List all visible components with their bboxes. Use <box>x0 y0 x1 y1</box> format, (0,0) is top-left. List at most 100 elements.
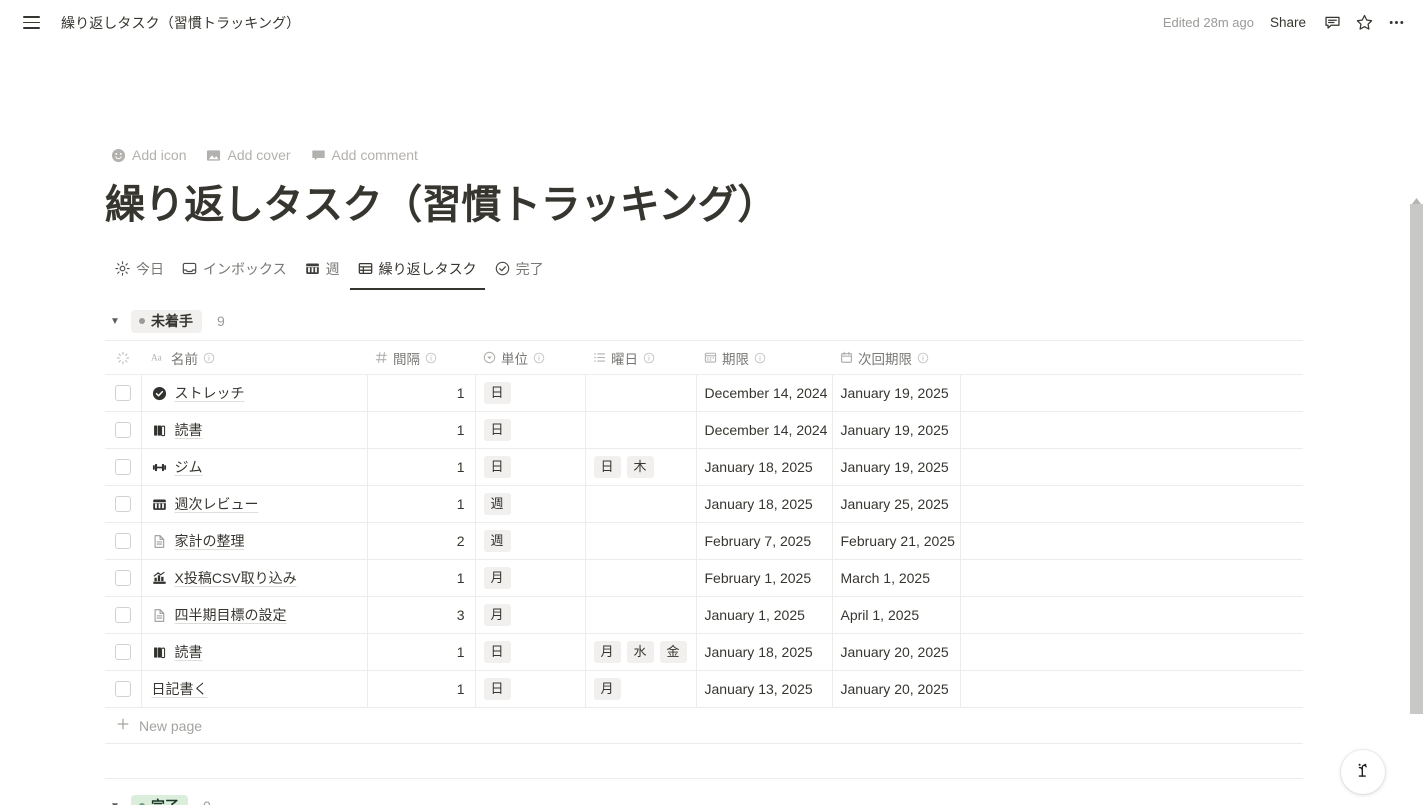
cell-unit[interactable]: 週 <box>475 485 586 523</box>
row-title[interactable]: 読書 <box>175 642 203 662</box>
cell-weekdays[interactable] <box>585 411 697 449</box>
cell-due[interactable]: January 18, 2025 <box>696 633 833 671</box>
cell-due[interactable]: January 18, 2025 <box>696 485 833 523</box>
cell-next-due[interactable]: January 20, 2025 <box>832 670 961 708</box>
cell-unit[interactable]: 月 <box>475 596 586 634</box>
scrollbar-thumb[interactable] <box>1410 204 1423 714</box>
column-header-weekday[interactable]: 曜日 <box>585 340 696 375</box>
cell-weekdays[interactable] <box>585 522 697 560</box>
cell-next-due[interactable]: March 1, 2025 <box>832 559 961 597</box>
new-page-button[interactable]: New page <box>105 708 1303 744</box>
cell-interval[interactable]: 1 <box>367 633 476 671</box>
cell-next-due[interactable]: January 25, 2025 <box>832 485 961 523</box>
row-title[interactable]: 四半期目標の設定 <box>175 605 287 625</box>
row-checkbox-cell[interactable] <box>105 670 142 708</box>
table-row[interactable]: 読書 1 日月水金 January 18, 2025 January 20, 2025 <box>105 633 1303 671</box>
star-icon[interactable] <box>1350 9 1378 37</box>
cell-interval[interactable]: 1 <box>367 485 476 523</box>
cell-unit[interactable]: 週 <box>475 522 586 560</box>
cell-name[interactable]: 読書 <box>141 411 368 449</box>
cell-name[interactable]: ストレッチ <box>141 374 368 412</box>
row-title[interactable]: 家計の整理 <box>175 531 245 551</box>
table-row[interactable]: X投稿CSV取り込み 1 月 February 1, 2025 March 1, 202… <box>105 559 1303 597</box>
notion-ai-button[interactable] <box>1341 750 1385 794</box>
status-badge[interactable]: 完了 <box>131 794 188 805</box>
tab-week[interactable]: 週 <box>297 255 348 290</box>
table-row[interactable]: 週次レビュー 1 週 January 18, 2025 January 25, 2025 <box>105 485 1303 523</box>
cell-next-due[interactable]: April 1, 2025 <box>832 596 961 634</box>
row-title[interactable]: 週次レビュー <box>175 494 259 514</box>
column-header-due[interactable]: 期限 <box>696 340 832 375</box>
collapse-caret-icon[interactable]: ▼ <box>108 314 122 328</box>
info-icon[interactable] <box>533 352 545 364</box>
row-checkbox[interactable] <box>114 385 131 401</box>
cell-interval[interactable]: 1 <box>367 559 476 597</box>
add-comment-button[interactable]: Add comment <box>305 144 424 166</box>
info-icon[interactable] <box>203 352 215 364</box>
info-icon[interactable] <box>917 352 929 364</box>
cell-next-due[interactable]: January 19, 2025 <box>832 448 961 486</box>
row-checkbox-cell[interactable] <box>105 411 142 449</box>
row-checkbox-cell[interactable] <box>105 633 142 671</box>
column-header-interval[interactable]: 間隔 <box>367 340 475 375</box>
cell-weekdays[interactable]: 月水金 <box>585 633 697 671</box>
cell-weekdays[interactable] <box>585 485 697 523</box>
cell-next-due[interactable]: January 20, 2025 <box>832 633 961 671</box>
cell-name[interactable]: 四半期目標の設定 <box>141 596 368 634</box>
tab-recurring-tasks[interactable]: 繰り返しタスク <box>349 255 485 290</box>
info-icon[interactable] <box>754 352 766 364</box>
row-checkbox-cell[interactable] <box>105 448 142 486</box>
column-header-unit[interactable]: 単位 <box>475 340 585 375</box>
cell-interval[interactable]: 1 <box>367 448 476 486</box>
table-row[interactable]: ジム 1 日日木 January 18, 2025 January 19, 2025 <box>105 448 1303 486</box>
row-checkbox-cell[interactable] <box>105 559 142 597</box>
cell-weekdays[interactable] <box>585 374 697 412</box>
cell-interval[interactable]: 1 <box>367 411 476 449</box>
row-checkbox[interactable] <box>114 570 131 586</box>
cell-due[interactable]: December 14, 2024 <box>696 374 833 412</box>
hamburger-icon[interactable] <box>18 10 44 36</box>
row-checkbox-cell[interactable] <box>105 596 142 634</box>
cell-weekdays[interactable]: 月 <box>585 670 697 708</box>
row-checkbox[interactable] <box>114 496 131 512</box>
row-checkbox-cell[interactable] <box>105 522 142 560</box>
cell-due[interactable]: December 14, 2024 <box>696 411 833 449</box>
breadcrumb[interactable]: 繰り返しタスク（習慣トラッキング） <box>55 11 306 35</box>
cell-interval[interactable]: 1 <box>367 670 476 708</box>
tab-done[interactable]: 完了 <box>487 255 552 290</box>
cell-name[interactable]: 読書 <box>141 633 368 671</box>
row-title[interactable]: X投稿CSV取り込み <box>175 568 297 588</box>
group-header-todo[interactable]: ▼ 未着手 9 <box>105 302 1303 340</box>
row-checkbox[interactable] <box>114 422 131 438</box>
table-row[interactable]: 家計の整理 2 週 February 7, 2025 February 21, 2025 <box>105 522 1303 560</box>
row-checkbox-cell[interactable] <box>105 485 142 523</box>
cell-next-due[interactable]: January 19, 2025 <box>832 374 961 412</box>
row-title[interactable]: 日記書く <box>152 679 208 699</box>
cell-interval[interactable]: 3 <box>367 596 476 634</box>
cell-unit[interactable]: 日 <box>475 633 586 671</box>
tab-inbox[interactable]: インボックス <box>174 255 295 290</box>
vertical-scrollbar[interactable] <box>1409 188 1424 805</box>
table-row[interactable]: 読書 1 日 December 14, 2024 January 19, 2025 <box>105 411 1303 449</box>
info-icon[interactable] <box>425 352 437 364</box>
cell-name[interactable]: 家計の整理 <box>141 522 368 560</box>
row-checkbox-cell[interactable] <box>105 374 142 412</box>
cell-unit[interactable]: 日 <box>475 670 586 708</box>
group-header-done[interactable]: ▼ 完了 0 <box>105 787 1303 805</box>
cell-due[interactable]: January 13, 2025 <box>696 670 833 708</box>
table-row[interactable]: ストレッチ 1 日 December 14, 2024 January 19, 2025 <box>105 374 1303 412</box>
collapse-caret-icon[interactable]: ▼ <box>108 799 122 805</box>
cell-due[interactable]: January 18, 2025 <box>696 448 833 486</box>
cell-unit[interactable]: 日 <box>475 374 586 412</box>
cell-next-due[interactable]: January 19, 2025 <box>832 411 961 449</box>
caret-up-icon[interactable] <box>1409 188 1424 204</box>
cell-weekdays[interactable]: 日木 <box>585 448 697 486</box>
column-header-select-all[interactable] <box>105 340 141 375</box>
row-checkbox[interactable] <box>114 644 131 660</box>
cell-unit[interactable]: 日 <box>475 411 586 449</box>
cell-name[interactable]: ジム <box>141 448 368 486</box>
cell-due[interactable]: February 7, 2025 <box>696 522 833 560</box>
more-horizontal-icon[interactable] <box>1382 9 1410 37</box>
cell-unit[interactable]: 日 <box>475 448 586 486</box>
column-header-next-due[interactable]: 次回期限 <box>832 340 960 375</box>
